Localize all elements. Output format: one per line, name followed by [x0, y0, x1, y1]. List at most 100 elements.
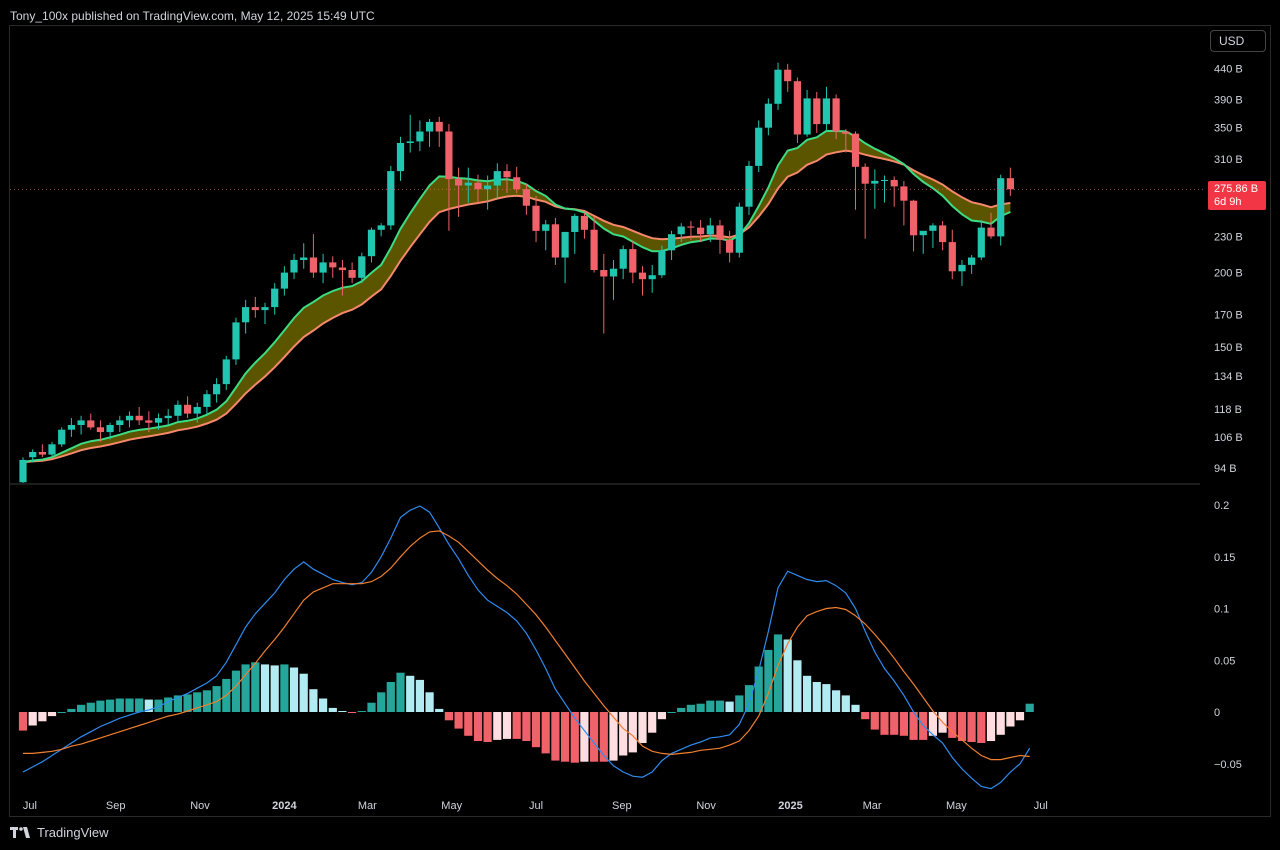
macd-axis: 0.2 0.15 0.1 0.05 0 −0.05 [1214, 500, 1242, 771]
candle-body [377, 225, 385, 230]
candle [668, 230, 676, 260]
candle-body [677, 226, 685, 235]
macd-histogram-bar [47, 712, 57, 717]
price-tick-label: 150 B [1214, 342, 1243, 354]
candle [19, 457, 27, 483]
macd-histogram-bar [686, 704, 695, 712]
candle [261, 302, 269, 324]
candle-body [19, 459, 27, 483]
candle-body [842, 131, 850, 134]
macd-histogram-bar [870, 712, 879, 730]
candle-body [67, 425, 75, 430]
macd-histogram-bar [251, 662, 260, 712]
tradingview-logo[interactable]: TradingView [10, 825, 109, 840]
candle-body [503, 171, 511, 178]
price-tick-label: 94 B [1214, 463, 1237, 475]
candle [445, 124, 453, 231]
chart-canvas[interactable]: 440 B 390 B 350 B 310 B 230 B 200 B 170 B 150 B… [0, 0, 1280, 850]
macd-histogram-bar [812, 682, 821, 712]
ema-slow-line [22, 149, 1011, 464]
candle [880, 175, 889, 203]
macd-tick-label: −0.05 [1214, 759, 1242, 771]
candle-body [832, 98, 840, 132]
macd-histogram-bar [899, 712, 908, 736]
candle [658, 245, 666, 278]
candle [532, 195, 540, 243]
candle [329, 256, 337, 278]
candle [203, 390, 211, 416]
macd-histogram-bar [18, 712, 28, 731]
candle-body [135, 415, 143, 421]
macd-histogram-bar [1015, 712, 1025, 721]
candle-body [484, 185, 492, 190]
macd-histogram-bar [986, 712, 996, 741]
candle-body [338, 267, 346, 271]
tradingview-logo-text: TradingView [37, 825, 109, 840]
candle-body [96, 427, 104, 432]
macd-histogram-bar [667, 712, 676, 713]
candle-body [300, 257, 308, 260]
macd-histogram-bar [890, 712, 899, 735]
macd-histogram-bar [348, 712, 357, 713]
macd-histogram-bar [338, 711, 347, 712]
candle-body [532, 205, 540, 231]
candle-body [619, 249, 627, 269]
candle-body [251, 307, 259, 311]
candle-body [125, 415, 134, 421]
candle-body [513, 177, 521, 190]
candle [38, 444, 46, 458]
macd-histogram-bar [473, 712, 483, 741]
macd-histogram-bar [464, 712, 473, 736]
macd-histogram-bar [28, 712, 37, 726]
time-tick-label: Jul [23, 800, 37, 812]
candle-body [861, 166, 869, 184]
macd-histogram-bar [309, 689, 318, 712]
macd-histogram-bar [106, 699, 115, 712]
candle-body [164, 415, 172, 419]
macd-histogram-bar [454, 712, 463, 729]
macd-histogram-bar [319, 698, 328, 712]
candle [213, 378, 221, 403]
candle-body [367, 229, 376, 257]
candle [745, 160, 753, 215]
candle [542, 220, 550, 251]
candle-body [387, 171, 395, 226]
candle-body [910, 200, 918, 236]
macd-histogram-bar [977, 712, 986, 743]
macd-histogram-bar [599, 712, 608, 762]
candle [77, 415, 85, 435]
candle [396, 136, 405, 181]
time-tick-label: 2025 [778, 800, 802, 812]
candle-body [203, 394, 211, 407]
macd-histogram-bar [280, 664, 289, 712]
candle-body [890, 180, 898, 187]
currency-button[interactable]: USD [1210, 30, 1266, 52]
candle [48, 441, 56, 458]
candle [319, 253, 327, 284]
candle-body [309, 257, 317, 273]
macd-tick-label: 0.05 [1214, 655, 1235, 667]
macd-histogram-bar [202, 690, 211, 712]
candle-body [106, 425, 114, 433]
candle-body [784, 69, 792, 82]
macd-histogram-bar [677, 707, 686, 712]
candle [977, 220, 985, 260]
candle [716, 220, 724, 254]
macd-tick-label: 0.15 [1214, 552, 1235, 564]
candle-body [813, 98, 821, 125]
macd-pane [18, 505, 1034, 790]
candle [939, 221, 947, 251]
candle-body [1006, 178, 1014, 190]
macd-histogram-bar [425, 692, 434, 712]
candle-body [997, 178, 1005, 237]
candle-body [174, 404, 182, 416]
candle [919, 230, 927, 254]
candle [629, 240, 637, 284]
candle-body [948, 242, 956, 272]
candle-body [803, 98, 811, 135]
macd-histogram-bar [164, 697, 173, 712]
candle-body [571, 215, 579, 232]
candle-body [77, 420, 85, 425]
time-tick-label: Nov [190, 800, 210, 812]
candle [648, 264, 656, 293]
